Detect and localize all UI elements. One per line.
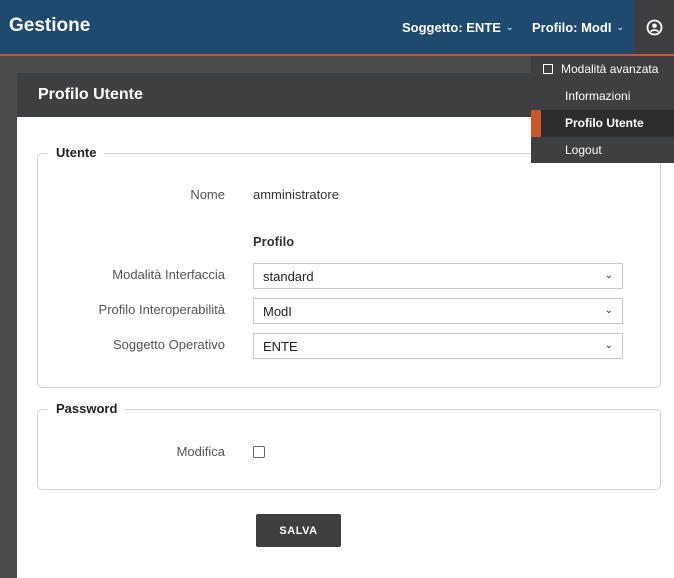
nome-value: amministratore [253,187,339,202]
nome-label: Nome [190,187,225,202]
select-value: ENTE [263,339,298,354]
dropdown-item-label: Profilo Utente [565,116,644,130]
modifica-checkbox[interactable] [253,446,265,458]
chevron-down-icon: ⌄ [604,305,613,316]
top-bar: Gestione Soggetto: ENTE ⌄ Profilo: ModI … [0,0,674,56]
profilo-heading: Profilo [253,234,295,249]
user-dropdown-menu: Modalità avanzata Informazioni Profilo U… [531,56,674,163]
select-value: ModI [263,304,292,319]
select-value: standard [263,269,314,284]
dropdown-item-informazioni[interactable]: Informazioni [531,83,674,110]
profilo-menu[interactable]: Profilo: ModI ⌄ [532,20,624,35]
profilo-interoperabilita-select[interactable]: ModI ⌄ [253,298,623,324]
password-fieldset: Password Modifica [37,401,661,490]
user-menu-button[interactable] [634,0,674,54]
chevron-down-icon: ⌄ [616,22,624,32]
soggetto-menu[interactable]: Soggetto: ENTE ⌄ [402,20,513,35]
password-legend: Password [48,401,126,416]
modifica-label: Modifica [176,444,225,459]
utente-fieldset: Utente Nome amministratore Profilo Modal… [37,145,661,388]
dropdown-item-modalita-avanzata[interactable]: Modalità avanzata [531,56,674,83]
dropdown-item-profilo-utente[interactable]: Profilo Utente [531,110,674,137]
checkbox-icon[interactable] [543,64,553,74]
soggetto-operativo-select[interactable]: ENTE ⌄ [253,333,623,359]
utente-legend: Utente [48,145,105,160]
profilo-label: Profilo: ModI [532,20,612,35]
soggetto-operativo-label: Soggetto Operativo [112,337,225,352]
profilo-interoperabilita-label: Profilo Interoperabilità [98,302,225,317]
chevron-down-icon: ⌄ [505,22,514,32]
dropdown-item-label: Logout [565,143,602,157]
dropdown-item-label: Informazioni [565,89,631,103]
panel-title: Profilo Utente [38,86,143,103]
app-title: Gestione [9,15,91,36]
dropdown-item-label: Modalità avanzata [561,62,659,76]
save-button[interactable]: SALVA [256,514,341,547]
chevron-down-icon: ⌄ [604,270,613,281]
soggetto-label: Soggetto: ENTE [402,20,501,35]
chevron-down-icon: ⌄ [604,340,613,351]
user-circle-icon [646,19,662,35]
modalita-interfaccia-select[interactable]: standard ⌄ [253,263,623,289]
modalita-interfaccia-label: Modalità Interfaccia [112,267,225,282]
active-indicator [531,110,541,137]
dropdown-item-logout[interactable]: Logout [531,137,674,164]
